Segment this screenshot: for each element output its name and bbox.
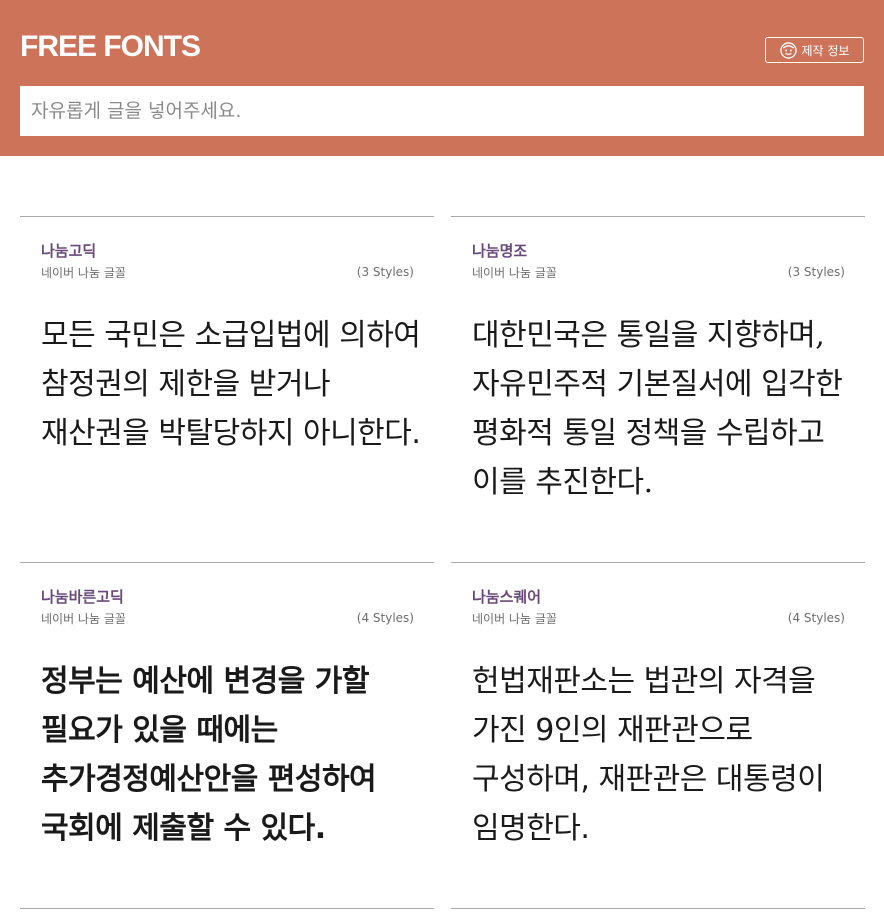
font-card-next (20, 908, 434, 915)
style-count: (3 Styles) (787, 265, 845, 279)
font-sample-text: 정부는 예산에 변경을 가할 필요가 있을 때에는 추가경정예산안을 편성하여 … (41, 664, 377, 846)
font-subtitle: 네이버 나눔 글꼴 (472, 612, 557, 626)
font-name: 나눔스퀘어 (472, 588, 542, 606)
font-sample-text: 대한민국은 통일을 지향하며, 자유민주적 기본질서에 입각한 평화적 통일 정… (472, 318, 843, 500)
smile-icon (779, 41, 797, 59)
font-sample-text: 모든 국민은 소급입법에 의하여 참정권의 제한을 받거나 재산권을 박탈당하지… (41, 318, 421, 451)
font-name: 나눔고딕 (41, 242, 97, 260)
app-header: FREE FONTS 제작 정보 (0, 0, 884, 156)
site-logo[interactable]: FREE FONTS (20, 30, 201, 64)
font-name: 나눔바른고딕 (41, 588, 124, 606)
search-input[interactable] (20, 86, 864, 136)
font-subtitle: 네이버 나눔 글꼴 (472, 266, 557, 280)
credits-button[interactable]: 제작 정보 (765, 37, 864, 63)
font-card-nanum-gothic[interactable]: 나눔고딕 네이버 나눔 글꼴 (3 Styles) 모든 국민은 소급입법에 의… (20, 216, 434, 562)
font-card-next (451, 908, 865, 915)
font-subtitle: 네이버 나눔 글꼴 (41, 266, 126, 280)
font-subtitle: 네이버 나눔 글꼴 (41, 612, 126, 626)
font-card-nanum-square[interactable]: 나눔스퀘어 네이버 나눔 글꼴 (4 Styles) 헌법재판소는 법관의 자격… (451, 562, 865, 908)
font-card-nanum-myeongjo[interactable]: 나눔명조 네이버 나눔 글꼴 (3 Styles) 대한민국은 통일을 지향하며… (451, 216, 865, 562)
font-sample-text: 헌법재판소는 법관의 자격을 가진 9인의 재판관으로 구성하며, 재판관은 대… (472, 664, 825, 846)
style-count: (3 Styles) (356, 265, 414, 279)
style-count: (4 Styles) (787, 611, 845, 625)
font-card-nanum-barun-gothic[interactable]: 나눔바른고딕 네이버 나눔 글꼴 (4 Styles) 정부는 예산에 변경을 … (20, 562, 434, 908)
credits-label: 제작 정보 (801, 43, 850, 58)
font-name: 나눔명조 (472, 242, 528, 260)
style-count: (4 Styles) (356, 611, 414, 625)
